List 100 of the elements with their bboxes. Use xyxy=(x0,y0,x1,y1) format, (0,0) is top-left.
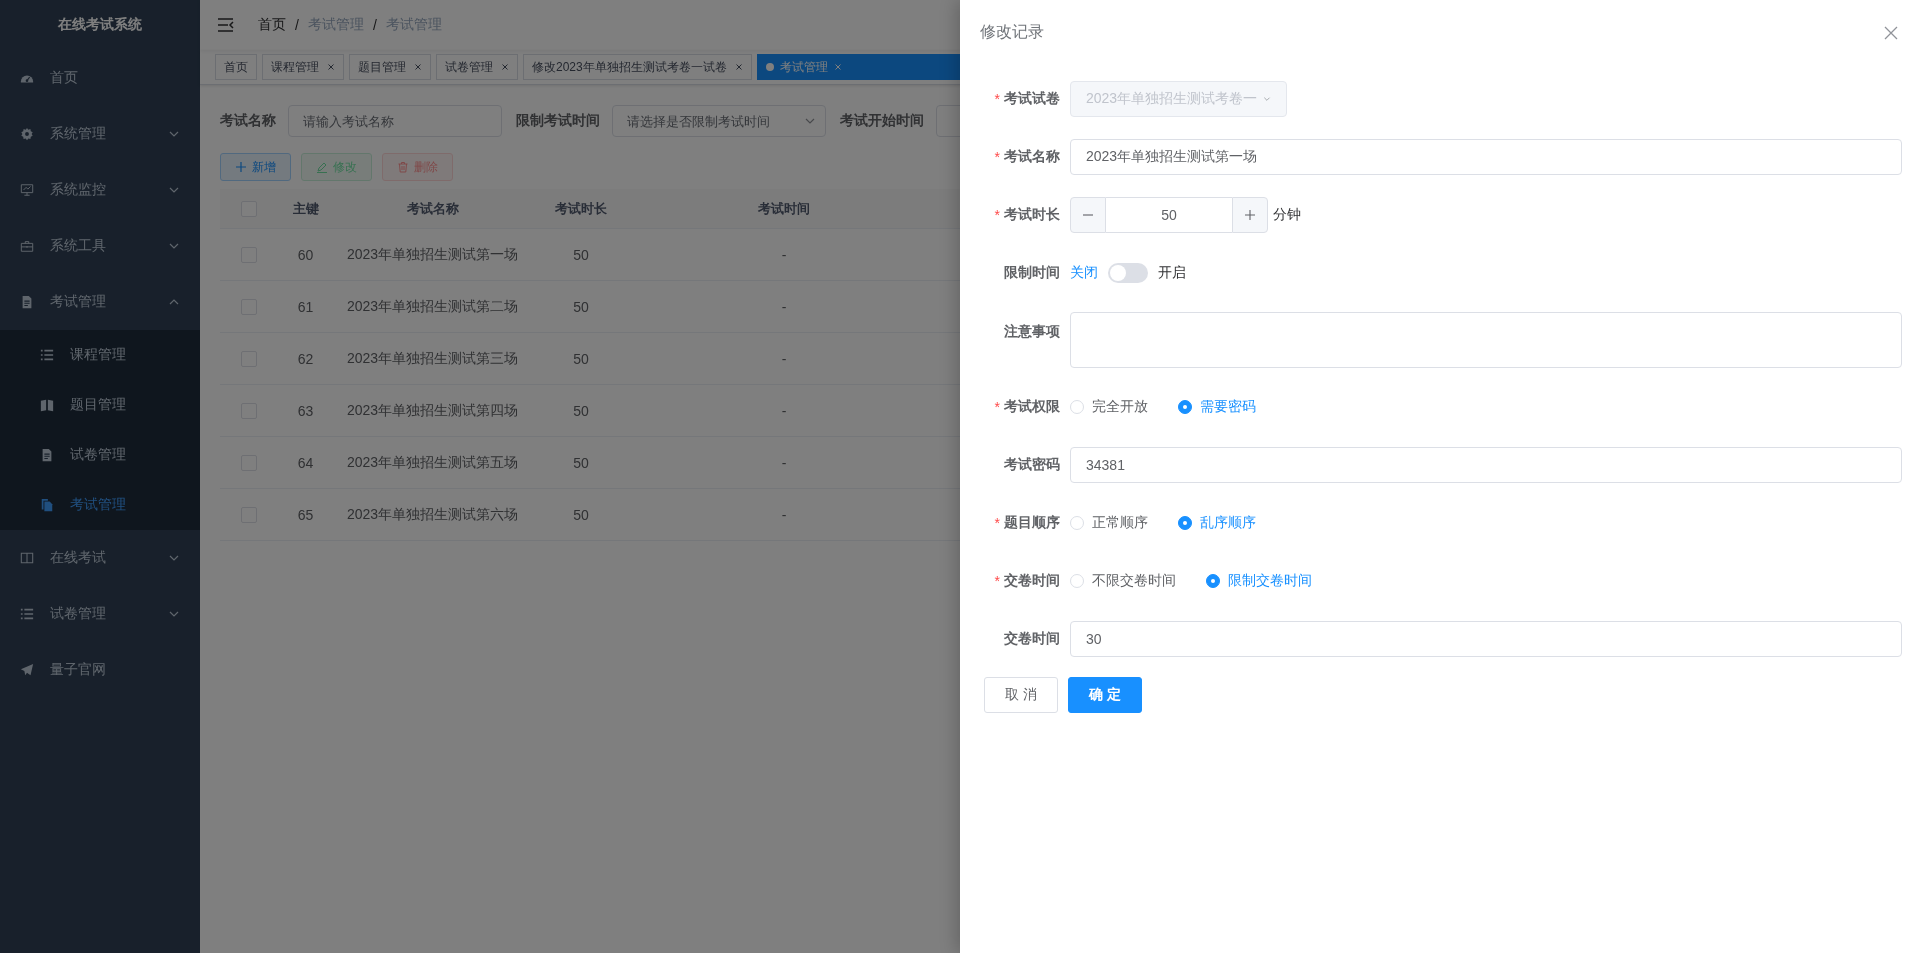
confirm-button[interactable]: 确 定 xyxy=(1068,677,1142,713)
document-icon xyxy=(20,295,34,309)
submenu-item[interactable]: 题目管理 xyxy=(0,380,200,430)
cancel-button[interactable]: 取 消 xyxy=(984,677,1058,713)
number-field[interactable]: 50 xyxy=(1106,197,1232,233)
table-cell: 50 xyxy=(573,246,589,263)
table-cell: 50 xyxy=(573,506,589,523)
radio-button[interactable] xyxy=(1178,400,1192,414)
columns-icon xyxy=(20,551,34,565)
menu-item[interactable]: 系统工具 xyxy=(0,218,200,274)
menu-label: 考试管理 xyxy=(50,293,107,311)
submenu-item[interactable]: 课程管理 xyxy=(0,330,200,380)
field-label: 考试时长 xyxy=(1004,206,1060,224)
column-header: 考试时间 xyxy=(758,200,810,216)
close-icon[interactable] xyxy=(501,63,509,71)
tab[interactable]: 试卷管理 xyxy=(436,54,518,80)
plus-icon xyxy=(1244,209,1256,221)
tab[interactable]: 首页 xyxy=(215,54,257,80)
active-dot-icon xyxy=(765,63,774,71)
settings-icon xyxy=(20,127,34,141)
increment-button[interactable] xyxy=(1232,197,1268,233)
table-cell: 50 xyxy=(573,454,589,471)
menu-label: 量子官网 xyxy=(50,661,107,679)
column-header: 考试名称 xyxy=(406,200,459,216)
menu-item[interactable]: 系统管理 xyxy=(0,106,200,162)
menu-label: 系统工具 xyxy=(50,237,107,255)
toolbar-button[interactable]: 新增 xyxy=(220,153,291,181)
table-cell: 2023年单独招生测试第五场 xyxy=(346,453,519,470)
required-mark: * xyxy=(994,91,1000,107)
required-mark: * xyxy=(994,207,1000,223)
radio-option[interactable]: 限制交卷时间 xyxy=(1206,572,1312,590)
menu-item[interactable]: 考试管理 xyxy=(0,274,200,330)
filter-label: 考试开始时间 xyxy=(840,112,925,130)
toolbox-icon xyxy=(20,239,34,253)
radio-option[interactable]: 乱序顺序 xyxy=(1178,514,1256,532)
menu-label: 考试管理 xyxy=(70,496,127,514)
close-icon[interactable] xyxy=(414,63,422,71)
table-cell: - xyxy=(781,350,787,367)
table-cell: - xyxy=(781,402,787,419)
table-cell: 62 xyxy=(297,350,314,367)
submenu-item[interactable]: 考试管理 xyxy=(0,480,200,530)
app-title: 在线考试系统 xyxy=(57,15,143,34)
table-cell: 2023年单独招生测试第六场 xyxy=(346,505,519,522)
menu-item[interactable]: 首页 xyxy=(0,50,200,106)
text-area[interactable] xyxy=(1070,312,1902,368)
menu-item[interactable]: 量子官网 xyxy=(0,642,200,698)
tab-label: 修改2023年单独招生测试考卷一试卷 xyxy=(532,58,727,76)
table-cell: 50 xyxy=(573,402,589,419)
tab-label: 课程管理 xyxy=(271,58,319,76)
menu-label: 首页 xyxy=(50,69,79,87)
tab[interactable]: 课程管理 xyxy=(262,54,344,80)
breadcrumb-item[interactable]: 首页 xyxy=(258,16,286,34)
drawer-title: 修改记录 xyxy=(980,22,1044,42)
menu-label: 系统管理 xyxy=(50,125,107,143)
field-label: 题目顺序 xyxy=(1004,514,1060,532)
menu-item[interactable]: 在线考试 xyxy=(0,530,200,586)
paper-plane-icon xyxy=(20,663,34,677)
close-icon[interactable] xyxy=(1884,25,1898,40)
toggle-switch[interactable] xyxy=(1108,263,1148,283)
radio-button[interactable] xyxy=(1206,574,1220,588)
close-icon[interactable] xyxy=(734,63,743,71)
menu-item[interactable]: 系统监控 xyxy=(0,162,200,218)
menu-label: 在线考试 xyxy=(50,549,107,567)
filter-label: 考试名称 xyxy=(220,112,277,130)
book-icon xyxy=(40,398,54,412)
radio-option[interactable]: 完全开放 xyxy=(1070,398,1148,416)
field-label: 考试权限 xyxy=(1004,398,1060,416)
field-label: 考试名称 xyxy=(1004,148,1060,166)
radio-option[interactable]: 需要密码 xyxy=(1178,398,1256,416)
search-field[interactable]: 请输入考试名称 xyxy=(288,105,502,137)
unit-label: 分钟 xyxy=(1273,206,1301,224)
table-cell: 63 xyxy=(297,402,314,419)
column-header: 主键 xyxy=(292,200,319,216)
table-cell: - xyxy=(781,506,787,523)
menu-item[interactable]: 试卷管理 xyxy=(0,586,200,642)
required-mark: * xyxy=(994,515,1000,531)
radio-option[interactable]: 不限交卷时间 xyxy=(1070,572,1176,590)
field-label: 考试试卷 xyxy=(1004,90,1060,108)
tab[interactable]: 题目管理 xyxy=(349,54,431,80)
required-mark: * xyxy=(994,399,1000,415)
breadcrumb-separator: / xyxy=(372,17,377,33)
select-field[interactable]: 请选择是否限制考试时间 xyxy=(612,105,826,137)
table-cell: 2023年单独招生测试第三场 xyxy=(346,349,519,366)
column-header: 考试时长 xyxy=(555,200,607,216)
input-field[interactable]: 30 xyxy=(1070,621,1902,657)
decrement-button[interactable] xyxy=(1070,197,1106,233)
table-cell: - xyxy=(781,298,787,315)
radio-option[interactable]: 正常顺序 xyxy=(1070,514,1148,532)
submenu-item[interactable]: 试卷管理 xyxy=(0,430,200,480)
table-cell: 50 xyxy=(573,298,589,315)
radio-button[interactable] xyxy=(1178,516,1192,530)
required-mark: * xyxy=(994,149,1000,165)
menu-icon[interactable] xyxy=(218,18,234,32)
table-cell: - xyxy=(781,454,787,471)
input-field[interactable]: 34381 xyxy=(1070,447,1902,483)
close-icon[interactable] xyxy=(327,63,335,71)
input-field[interactable]: 2023年单独招生测试第一场 xyxy=(1070,139,1902,175)
switch-label: 开启 xyxy=(1158,264,1186,282)
tab[interactable]: 修改2023年单独招生测试考卷一试卷 xyxy=(523,54,752,80)
menu-label: 试卷管理 xyxy=(50,605,107,623)
